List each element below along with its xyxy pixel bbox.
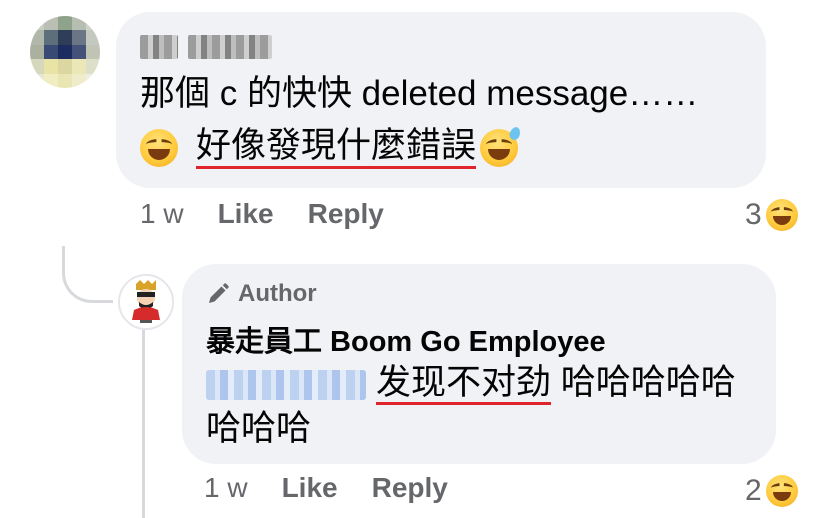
reply-author-name[interactable]: 暴走員工 Boom Go Employee bbox=[206, 318, 606, 360]
reply-button[interactable]: Reply bbox=[308, 198, 384, 230]
author-badge-label: Author bbox=[238, 280, 317, 307]
reply-underlined-text: 发现不对劲 bbox=[376, 363, 552, 405]
sweat-smile-emoji-icon bbox=[480, 125, 522, 167]
commenter-avatar[interactable] bbox=[30, 16, 100, 88]
comment-meta-row: 1 w Like Reply bbox=[140, 198, 384, 230]
author-avatar-logo-icon bbox=[120, 276, 172, 328]
laughing-emoji-icon bbox=[765, 199, 798, 231]
comment-text-line-2: 好像發現什麼錯誤 bbox=[140, 125, 522, 169]
like-button[interactable]: Like bbox=[218, 198, 274, 230]
comment-underlined-text: 好像發現什麼錯誤 bbox=[196, 126, 477, 169]
reply-text: 发现不对劲 哈哈哈哈哈哈哈哈 bbox=[206, 360, 766, 452]
comment-text-line-1: 那個 c 的快快 deleted message…… bbox=[140, 74, 699, 113]
mention-blurred[interactable] bbox=[206, 369, 366, 400]
like-button[interactable]: Like bbox=[282, 472, 338, 504]
reaction-summary[interactable]: 3 bbox=[745, 198, 798, 232]
laughing-emoji-icon bbox=[765, 475, 798, 507]
author-avatar[interactable] bbox=[118, 274, 174, 330]
thread-connector-vertical bbox=[142, 326, 145, 518]
reply-timestamp[interactable]: 1 w bbox=[204, 472, 248, 504]
author-badge: Author bbox=[206, 280, 317, 308]
laughing-emoji-icon bbox=[140, 128, 178, 167]
reaction-count: 2 bbox=[745, 474, 762, 507]
reply-meta-row: 1 w Like Reply bbox=[204, 472, 448, 504]
reaction-count: 3 bbox=[745, 198, 762, 231]
thread-connector bbox=[62, 246, 113, 303]
pencil-icon bbox=[209, 283, 229, 303]
reaction-summary[interactable]: 2 bbox=[745, 474, 798, 508]
commenter-name-blurred[interactable] bbox=[140, 34, 272, 60]
comment-timestamp[interactable]: 1 w bbox=[140, 198, 184, 230]
reply-button[interactable]: Reply bbox=[372, 472, 448, 504]
